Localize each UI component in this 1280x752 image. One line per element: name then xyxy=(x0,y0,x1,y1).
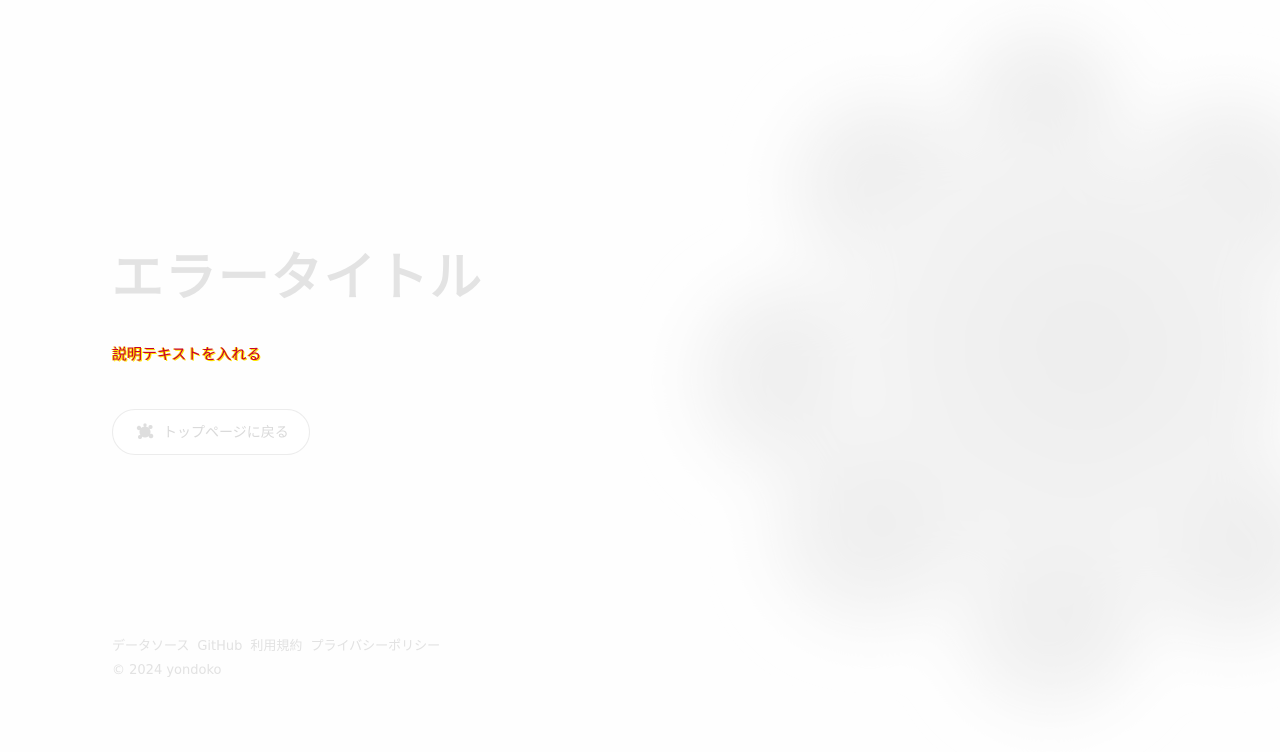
footer-link-terms[interactable]: 利用規約 xyxy=(250,638,302,656)
error-content: エラータイトル 説明テキストを入れる トップページに戻る xyxy=(112,240,484,455)
footer: データソース GitHub 利用規約 プライバシーポリシー © 2024 yon… xyxy=(112,638,440,680)
footer-link-privacy[interactable]: プライバシーポリシー xyxy=(310,638,440,656)
footer-links: データソース GitHub 利用規約 プライバシーポリシー xyxy=(112,638,440,656)
back-to-top-button[interactable]: トップページに戻る xyxy=(112,409,310,455)
error-description: 説明テキストを入れる xyxy=(112,345,262,363)
footer-link-data-source[interactable]: データソース xyxy=(112,638,189,656)
error-title: エラータイトル xyxy=(112,248,484,308)
back-button-label: トップページに戻る xyxy=(163,425,289,441)
background-blob xyxy=(640,0,1280,752)
cloud-blob-shape xyxy=(690,25,1280,715)
footer-link-github[interactable]: GitHub xyxy=(197,638,242,656)
splat-icon xyxy=(135,422,155,442)
copyright: © 2024 yondoko xyxy=(112,663,222,678)
error-page: エラータイトル 説明テキストを入れる トップページに戻る データソース GitH… xyxy=(0,0,1280,752)
